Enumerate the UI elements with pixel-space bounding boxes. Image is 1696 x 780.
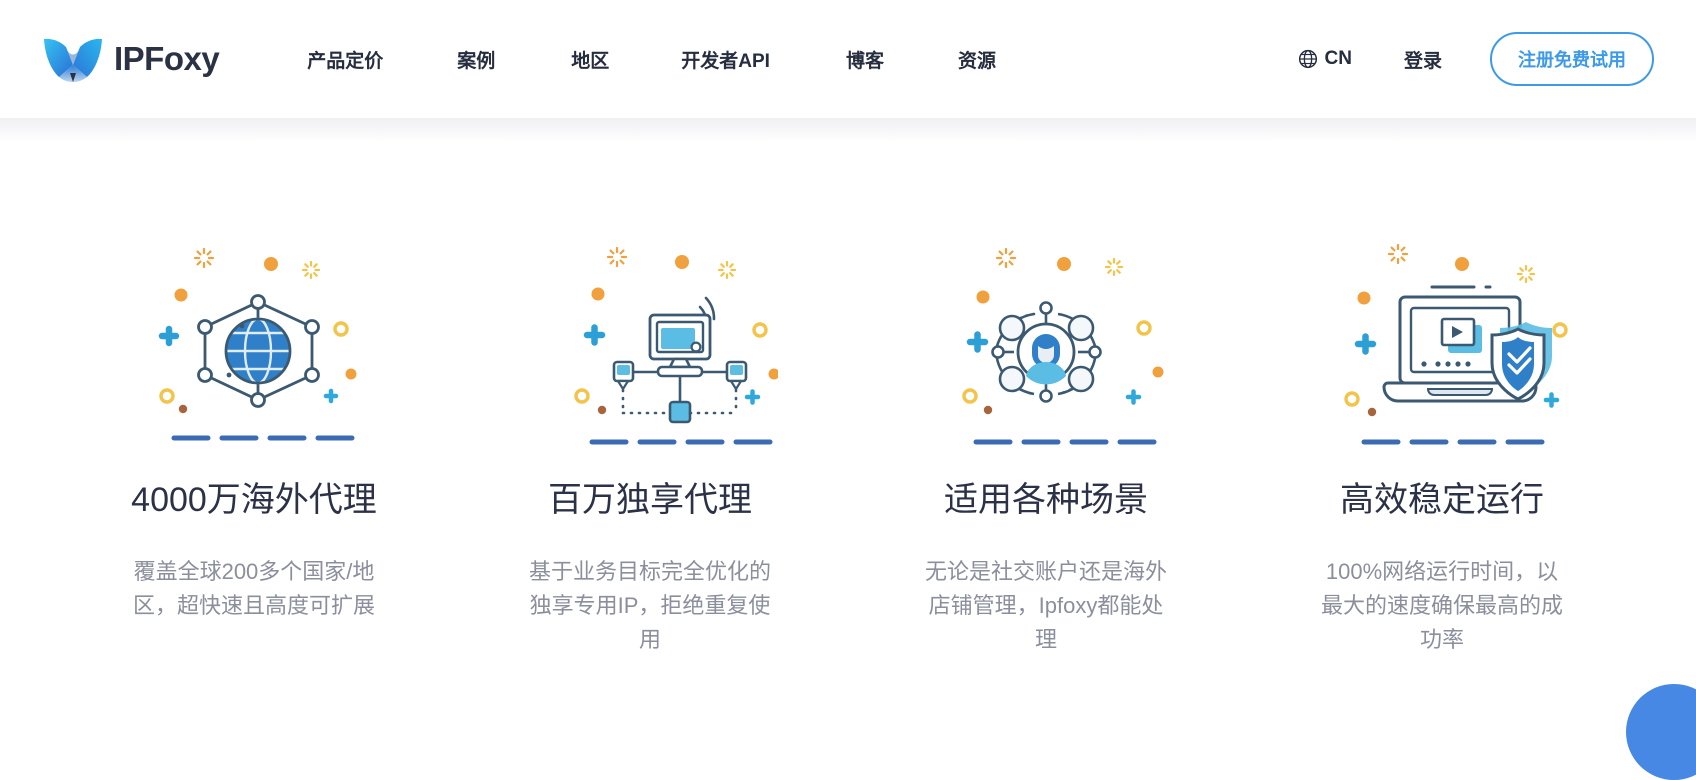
language-label: CN <box>1325 48 1352 70</box>
feature-title: 4000万海外代理 <box>131 480 377 521</box>
nav-item-resources[interactable]: 资源 <box>958 40 996 79</box>
globe-icon <box>1298 49 1318 69</box>
brand-logo[interactable]: IPFoxy <box>42 35 219 83</box>
feature-card: 百万独享代理 基于业务目标完全优化的独享专用IP，拒绝重复使用 <box>452 222 848 657</box>
fox-logo-icon <box>42 35 104 83</box>
header-actions: CN 登录 注册免费试用 <box>1298 32 1654 86</box>
globe-network-icon <box>126 222 382 454</box>
feature-title: 适用各种场景 <box>944 480 1148 521</box>
feature-title: 高效稳定运行 <box>1340 480 1544 521</box>
feature-card: 高效稳定运行 100%网络运行时间，以最大的速度确保最高的成功率 <box>1244 222 1640 657</box>
main-nav: 产品定价 案例 地区 开发者API 博客 资源 <box>307 40 1297 79</box>
nav-item-cases[interactable]: 案例 <box>457 40 495 79</box>
user-network-icon <box>918 222 1174 454</box>
feature-description: 基于业务目标完全优化的独享专用IP，拒绝重复使用 <box>526 555 774 657</box>
nav-item-blog[interactable]: 博客 <box>846 40 884 79</box>
chat-bubble-button[interactable] <box>1626 684 1696 780</box>
feature-description: 无论是社交账户还是海外店铺管理，Ipfoxy都能处理 <box>922 555 1170 657</box>
features-section: 4000万海外代理 覆盖全球200多个国家/地区，超快速且高度可扩展 <box>0 118 1696 657</box>
feature-title: 百万独享代理 <box>548 480 752 521</box>
register-free-trial-button[interactable]: 注册免费试用 <box>1490 32 1654 86</box>
monitor-wifi-network-icon <box>522 222 778 454</box>
site-header: IPFoxy 产品定价 案例 地区 开发者API 博客 资源 CN 登录 注册免… <box>0 0 1696 118</box>
nav-item-developer-api[interactable]: 开发者API <box>681 40 770 79</box>
feature-description: 100%网络运行时间，以最大的速度确保最高的成功率 <box>1318 555 1566 657</box>
feature-description: 覆盖全球200多个国家/地区，超快速且高度可扩展 <box>130 555 378 623</box>
header-bottom-band <box>0 118 1696 142</box>
brand-name: IPFoxy <box>114 40 219 78</box>
laptop-shield-icon <box>1314 222 1570 454</box>
nav-item-regions[interactable]: 地区 <box>571 40 609 79</box>
nav-item-pricing[interactable]: 产品定价 <box>307 40 383 79</box>
login-link[interactable]: 登录 <box>1404 46 1442 73</box>
feature-card: 适用各种场景 无论是社交账户还是海外店铺管理，Ipfoxy都能处理 <box>848 222 1244 657</box>
feature-card: 4000万海外代理 覆盖全球200多个国家/地区，超快速且高度可扩展 <box>56 222 452 657</box>
language-switcher[interactable]: CN <box>1298 48 1352 70</box>
